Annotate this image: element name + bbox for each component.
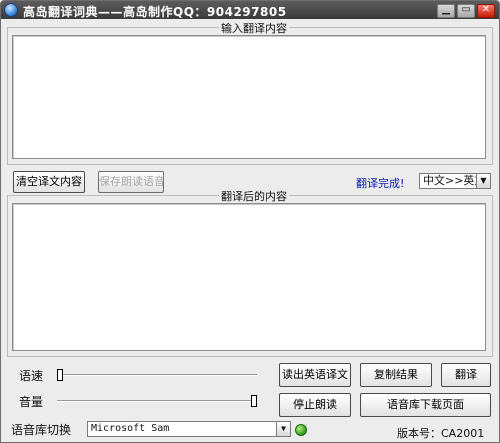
input-group-label: 输入翻译内容: [219, 20, 289, 36]
speed-slider-track[interactable]: [57, 374, 257, 376]
voice-download-button[interactable]: 语音库下载页面: [360, 393, 491, 417]
voice-select[interactable]: Microsoft Sam ▼: [87, 421, 291, 437]
translate-button[interactable]: 翻译: [441, 363, 491, 387]
chevron-down-icon[interactable]: ▼: [276, 422, 290, 436]
status-text: 翻译完成!: [356, 177, 405, 190]
direction-select[interactable]: 中文>>英文 ▼: [419, 173, 491, 189]
app-window: 高岛翻译词典——高岛制作QQ：904297805 ▁ ▭ ✕ 输入翻译内容 清空…: [0, 0, 500, 443]
speed-label: 语速: [19, 369, 44, 383]
save-voice-button: 保存朗读语音: [98, 171, 165, 193]
stop-reading-button[interactable]: 停止朗读: [279, 393, 351, 417]
minimize-button[interactable]: ▁: [437, 4, 455, 18]
close-icon: ✕: [481, 4, 491, 15]
input-textarea[interactable]: [12, 35, 486, 159]
close-button[interactable]: ✕: [477, 4, 495, 18]
minimize-icon: ▁: [442, 4, 450, 15]
output-textarea[interactable]: [12, 203, 486, 351]
voice-library-label: 语音库切换: [11, 423, 72, 437]
output-group-label: 翻译后的内容: [219, 188, 289, 204]
refresh-icon[interactable]: [295, 424, 307, 436]
app-icon: [4, 3, 18, 17]
version-label: 版本号：CA2001: [397, 427, 485, 440]
chevron-down-icon[interactable]: ▼: [476, 174, 490, 188]
restore-icon: ▭: [461, 4, 471, 15]
voice-select-value: Microsoft Sam: [91, 423, 170, 434]
restore-button[interactable]: ▭: [457, 4, 475, 18]
volume-slider-track[interactable]: [57, 400, 257, 402]
read-english-button[interactable]: 读出英语译文: [279, 363, 351, 387]
title-bar[interactable]: 高岛翻译词典——高岛制作QQ：904297805 ▁ ▭ ✕: [1, 1, 499, 19]
speed-slider-thumb[interactable]: [57, 369, 63, 381]
volume-slider-thumb[interactable]: [251, 395, 257, 407]
volume-label: 音量: [19, 395, 44, 409]
copy-result-button[interactable]: 复制结果: [360, 363, 432, 387]
window-title: 高岛翻译词典——高岛制作QQ：904297805: [23, 5, 287, 19]
clear-button[interactable]: 清空译文内容: [13, 171, 85, 193]
